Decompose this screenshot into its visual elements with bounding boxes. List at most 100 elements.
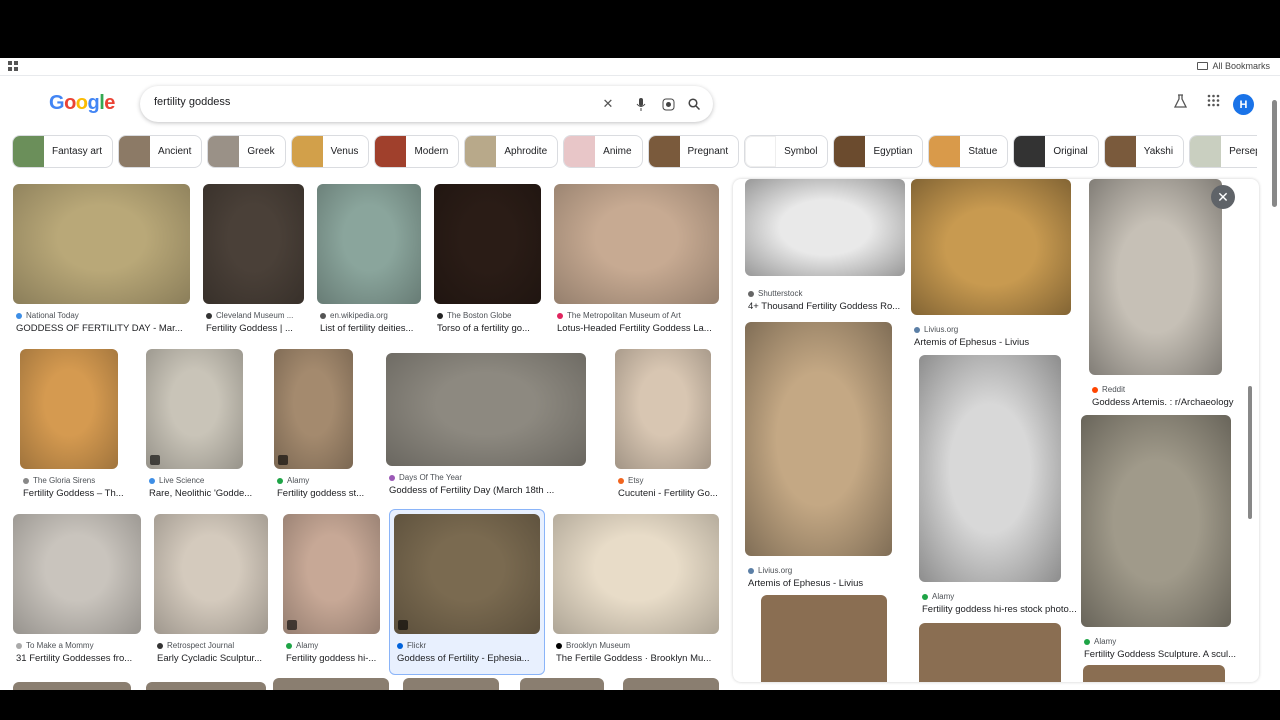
result-source[interactable]: The Boston Globe: [437, 311, 553, 320]
result-thumbnail[interactable]: [386, 353, 586, 466]
search-box[interactable]: fertility goddess ✕: [140, 86, 713, 122]
result-title[interactable]: Lotus-Headed Fertility Goddess La...: [557, 323, 718, 334]
result-title[interactable]: Fertility Goddess – Th...: [23, 488, 139, 499]
result-thumbnail[interactable]: [273, 678, 389, 690]
result-source[interactable]: Brooklyn Museum: [556, 641, 718, 650]
preview-source[interactable]: Shutterstock: [748, 289, 906, 298]
result-thumbnail[interactable]: [13, 514, 141, 634]
google-logo[interactable]: Google: [49, 92, 115, 115]
preview-image[interactable]: Livius.org Artemis of Ephesus - Livius: [745, 322, 905, 596]
preview-thumbnail[interactable]: [1089, 179, 1222, 375]
image-result[interactable]: Retrospect Journal Early Cycladic Sculptu…: [154, 514, 274, 674]
chip-symbol[interactable]: Symbol: [744, 135, 829, 168]
result-source[interactable]: The Metropolitan Museum of Art: [557, 311, 718, 320]
preview-source[interactable]: Livius.org: [748, 566, 906, 575]
chip-ancient[interactable]: Ancient: [118, 135, 203, 168]
chip-aphrodite[interactable]: Aphrodite: [464, 135, 559, 168]
result-thumbnail[interactable]: [146, 682, 266, 690]
image-result[interactable]: Alamy Fertility goddess st...: [274, 349, 394, 509]
image-result[interactable]: Cleveland Museum ... Fertility Goddess | …: [203, 184, 323, 344]
preview-image[interactable]: Shutterstock 4+ Thousand Fertility Goddes…: [745, 179, 905, 316]
result-title[interactable]: Fertility goddess st...: [277, 488, 393, 499]
image-result[interactable]: Etsy Cucuteni - Fertility Go...: [615, 349, 735, 509]
chip-statue[interactable]: Statue: [928, 135, 1009, 168]
result-thumbnail[interactable]: [154, 514, 268, 634]
result-thumbnail[interactable]: [554, 184, 719, 304]
result-title[interactable]: The Fertile Goddess · Brooklyn Mu...: [556, 653, 718, 664]
result-thumbnail[interactable]: [615, 349, 711, 469]
preview-thumbnail[interactable]: [919, 623, 1061, 682]
close-panel-button[interactable]: ✕: [1211, 185, 1235, 209]
result-thumbnail[interactable]: [203, 184, 304, 304]
image-result[interactable]: Alamy Fertility goddess hi-...: [283, 514, 403, 674]
result-title[interactable]: Cucuteni - Fertility Go...: [618, 488, 734, 499]
page-scrollbar-thumb[interactable]: [1272, 100, 1277, 207]
preview-source[interactable]: Alamy: [1084, 637, 1242, 646]
chip-egyptian[interactable]: Egyptian: [833, 135, 924, 168]
chip-original[interactable]: Original: [1013, 135, 1099, 168]
result-thumbnail[interactable]: [13, 682, 131, 690]
preview-thumbnail[interactable]: [919, 355, 1061, 582]
preview-image[interactable]: Alamy Fertility Goddess Sculpture. A scul…: [1081, 415, 1241, 667]
panel-scrollbar[interactable]: [1246, 183, 1254, 678]
preview-source[interactable]: Livius.org: [914, 325, 1072, 334]
image-result[interactable]: National Today GODDESS OF FERTILITY DAY -…: [13, 184, 190, 344]
image-result[interactable]: Flickr Goddess of Fertility - Ephesia...: [389, 509, 545, 675]
preview-title[interactable]: Goddess Artemis. : r/Archaeology: [1092, 397, 1250, 408]
result-thumbnail[interactable]: [146, 349, 243, 469]
result-title[interactable]: Torso of a fertility go...: [437, 323, 553, 334]
result-thumbnail[interactable]: [394, 514, 540, 634]
preview-source[interactable]: Reddit: [1092, 385, 1250, 394]
result-title[interactable]: Fertility goddess hi-...: [286, 653, 402, 664]
result-source[interactable]: Etsy: [618, 476, 734, 485]
image-result[interactable]: Live Science Rare, Neolithic 'Godde...: [146, 349, 266, 509]
google-apps-icon[interactable]: [1207, 94, 1220, 112]
chip-pregnant[interactable]: Pregnant: [647, 135, 740, 168]
result-thumbnail[interactable]: [434, 184, 541, 304]
apps-grid-icon[interactable]: [8, 61, 18, 71]
result-thumbnail[interactable]: [20, 349, 118, 469]
preview-thumbnail[interactable]: [761, 595, 887, 682]
preview-title[interactable]: 4+ Thousand Fertility Goddess Ro...: [748, 301, 906, 312]
result-thumbnail[interactable]: [274, 349, 353, 469]
panel-scrollbar-thumb[interactable]: [1248, 386, 1252, 519]
account-avatar[interactable]: H: [1233, 94, 1254, 115]
image-result[interactable]: Brooklyn Museum The Fertile Goddess · Bro…: [553, 514, 719, 674]
result-thumbnail[interactable]: [623, 678, 719, 690]
preview-thumbnail[interactable]: [1083, 665, 1225, 682]
image-result[interactable]: en.wikipedia.org List of fertility deitie…: [317, 184, 437, 344]
result-source[interactable]: en.wikipedia.org: [320, 311, 436, 320]
preview-title[interactable]: Artemis of Ephesus - Livius: [914, 337, 1072, 348]
result-source[interactable]: Live Science: [149, 476, 265, 485]
result-source[interactable]: Days Of The Year: [389, 473, 585, 482]
preview-title[interactable]: Fertility Goddess Sculpture. A scul...: [1084, 649, 1242, 660]
result-thumbnail[interactable]: [553, 514, 719, 634]
result-thumbnail[interactable]: [520, 678, 604, 690]
chip-anime[interactable]: Anime: [563, 135, 643, 168]
preview-thumbnail[interactable]: [1081, 415, 1231, 627]
chip-persephone[interactable]: Persephone: [1189, 135, 1257, 168]
preview-image[interactable]: Livius.org Artemis of Ephesus - Livius: [911, 179, 1071, 355]
result-title[interactable]: Early Cycladic Sculptur...: [157, 653, 273, 664]
preview-thumbnail[interactable]: [911, 179, 1071, 315]
result-source[interactable]: Alamy: [277, 476, 393, 485]
image-result[interactable]: Days Of The Year Goddess of Fertility Day…: [386, 353, 586, 506]
chip-fantasy-art[interactable]: Fantasy art: [12, 135, 114, 168]
result-source[interactable]: To Make a Mommy: [16, 641, 140, 650]
image-result[interactable]: The Boston Globe Torso of a fertility go.…: [434, 184, 554, 344]
all-bookmarks-button[interactable]: All Bookmarks: [1197, 61, 1270, 71]
result-source[interactable]: The Gloria Sirens: [23, 476, 139, 485]
result-source[interactable]: Flickr: [397, 641, 539, 650]
result-title[interactable]: Rare, Neolithic 'Godde...: [149, 488, 265, 499]
result-source[interactable]: National Today: [16, 311, 189, 320]
result-source[interactable]: Cleveland Museum ...: [206, 311, 322, 320]
result-thumbnail[interactable]: [13, 184, 190, 304]
search-icon[interactable]: [685, 95, 703, 113]
result-title[interactable]: Goddess of Fertility Day (March 18th ...: [389, 485, 585, 496]
preview-thumbnail[interactable]: [745, 322, 892, 556]
result-title[interactable]: Goddess of Fertility - Ephesia...: [397, 653, 539, 664]
preview-image[interactable]: Alamy Fertility goddess hi-res stock phot…: [919, 355, 1079, 622]
clear-icon[interactable]: ✕: [599, 95, 617, 113]
result-title[interactable]: 31 Fertility Goddesses fro...: [16, 653, 140, 664]
image-result[interactable]: The Metropolitan Museum of Art Lotus-Head…: [554, 184, 719, 344]
